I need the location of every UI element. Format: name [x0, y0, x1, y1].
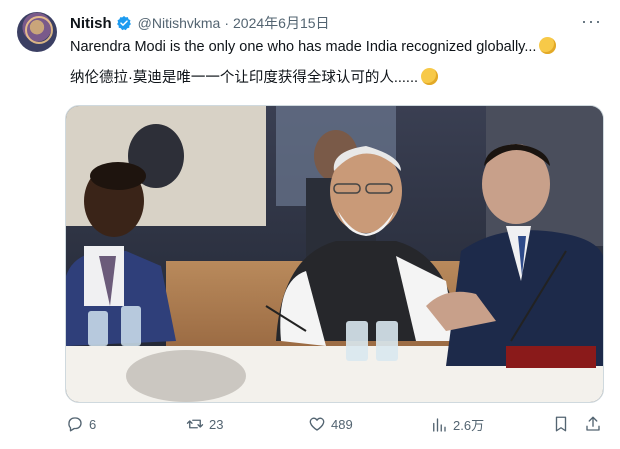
verified-badge-icon	[116, 16, 131, 31]
repost-icon	[186, 419, 204, 429]
post-text-en: Narendra Modi is the only one who has ma…	[70, 37, 557, 55]
share-button[interactable]	[584, 415, 607, 433]
like-icon	[309, 417, 325, 431]
views-button[interactable]: 2.6万	[430, 415, 484, 434]
repost-button[interactable]: 23	[186, 415, 223, 433]
like-button[interactable]: 489	[308, 415, 353, 433]
raised-fist-emoji-icon	[421, 68, 438, 85]
views-count: 2.6万	[453, 418, 485, 433]
photo-illustration	[66, 106, 603, 402]
reply-button[interactable]: 6	[66, 415, 96, 433]
bookmark-icon	[555, 416, 567, 432]
post-header: Nitish @Nitishvkma · 2024年6月15日	[70, 13, 330, 33]
post-photo[interactable]	[65, 105, 604, 403]
raised-fist-emoji-icon	[539, 37, 557, 54]
author-name[interactable]: Nitish	[70, 15, 112, 32]
share-icon	[586, 416, 600, 431]
post-text-zh-content: 纳伦德拉·莫迪是唯一一个让印度获得全球认可的人......	[70, 70, 418, 86]
post-date[interactable]: 2024年6月15日	[233, 13, 330, 33]
action-bar: 6 23 489 2.6万	[66, 415, 604, 435]
reply-icon	[68, 417, 82, 432]
header-separator: ·	[224, 15, 230, 31]
post-text-zh: 纳伦德拉·莫迪是唯一一个让印度获得全球认可的人......	[70, 66, 438, 87]
repost-count: 23	[209, 416, 224, 432]
post-text-en-content: Narendra Modi is the only one who has ma…	[70, 39, 537, 55]
bookmark-button[interactable]	[552, 415, 575, 433]
reply-count: 6	[89, 416, 97, 432]
avatar[interactable]	[17, 12, 57, 52]
like-count: 489	[331, 416, 353, 432]
views-icon	[433, 417, 446, 432]
author-handle[interactable]: @Nitishvkma	[138, 15, 221, 31]
more-icon[interactable]: ···	[581, 11, 602, 32]
